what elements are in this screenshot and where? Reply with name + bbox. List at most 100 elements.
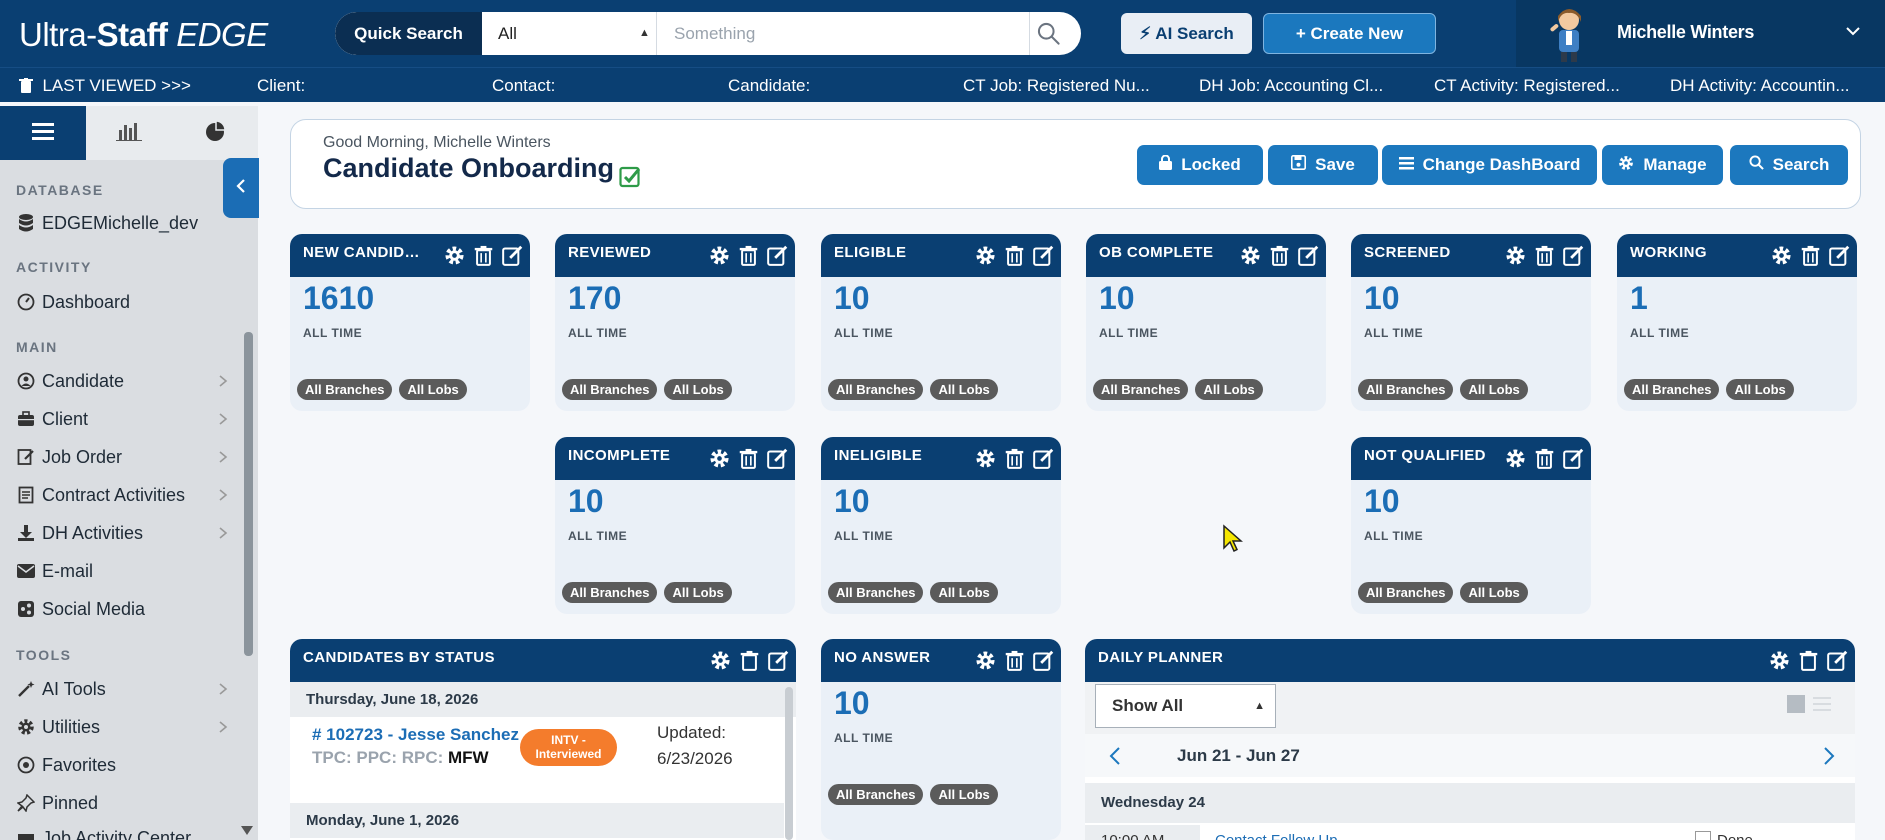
- edit-icon[interactable]: [768, 650, 789, 671]
- search-input[interactable]: [658, 12, 1030, 55]
- trash-icon[interactable]: [738, 245, 759, 266]
- edit-icon[interactable]: [767, 448, 788, 469]
- gear-icon[interactable]: [710, 650, 731, 671]
- trash-icon[interactable]: [1004, 448, 1025, 469]
- lobs-tag[interactable]: All Lobs: [1460, 379, 1528, 400]
- sidebar-item-candidate[interactable]: Candidate: [16, 368, 236, 394]
- branches-tag[interactable]: All Branches: [562, 379, 658, 400]
- stat-card-ineligible[interactable]: INELIGIBLE 10 ALL TIME All Branches All …: [821, 437, 1061, 614]
- chevron-right-icon[interactable]: [1823, 746, 1835, 771]
- gear-icon[interactable]: [444, 245, 465, 266]
- lobs-tag[interactable]: All Lobs: [664, 582, 732, 603]
- chevron-left-icon[interactable]: [1109, 746, 1121, 771]
- save-button[interactable]: Save: [1268, 145, 1378, 185]
- search-button[interactable]: Search: [1730, 145, 1848, 185]
- gear-icon[interactable]: [1505, 245, 1526, 266]
- tab-menu[interactable]: [0, 106, 86, 160]
- list-item[interactable]: # 102723 - Jesse Sanchez TPC: PPC: RPC: …: [290, 717, 784, 802]
- sidebar-item-dh-activities[interactable]: DH Activities: [16, 520, 236, 546]
- edit-icon[interactable]: [1563, 448, 1584, 469]
- planner-filter-select[interactable]: Show All ▲: [1095, 684, 1276, 728]
- gear-icon[interactable]: [975, 245, 996, 266]
- create-new-button[interactable]: + Create New: [1263, 13, 1436, 54]
- gear-icon[interactable]: [1240, 245, 1261, 266]
- trash-icon[interactable]: [1004, 650, 1025, 671]
- status-badge[interactable]: INTV - Interviewed: [520, 729, 617, 766]
- edit-icon[interactable]: [1563, 245, 1584, 266]
- branches-tag[interactable]: All Branches: [1358, 379, 1454, 400]
- sidebar-item-client[interactable]: Client: [16, 406, 236, 432]
- last-viewed-candidate[interactable]: Candidate:: [728, 76, 848, 96]
- trash-icon[interactable]: [1534, 245, 1555, 266]
- tab-analytics[interactable]: [172, 106, 258, 160]
- sidebar-item-pinned[interactable]: Pinned: [16, 790, 236, 816]
- trash-icon[interactable]: [738, 448, 759, 469]
- sidebar-item-job-order[interactable]: Job Order: [16, 444, 236, 470]
- grid-view-icon[interactable]: [1787, 695, 1805, 713]
- edit-icon[interactable]: [1033, 448, 1054, 469]
- stat-card-ob-complete[interactable]: OB COMPLETE 10 ALL TIME All Branches All…: [1086, 234, 1326, 411]
- lobs-tag[interactable]: All Lobs: [1726, 379, 1794, 400]
- lobs-tag[interactable]: All Lobs: [930, 379, 998, 400]
- lobs-tag[interactable]: All Lobs: [930, 784, 998, 805]
- last-viewed-ct-activity[interactable]: CT Activity: Registered...: [1434, 76, 1634, 96]
- branches-tag[interactable]: All Branches: [828, 784, 924, 805]
- gear-icon[interactable]: [975, 448, 996, 469]
- scroll-down-arrow-icon[interactable]: [241, 826, 253, 835]
- last-viewed-contact[interactable]: Contact:: [492, 76, 612, 96]
- last-viewed-dh-activity[interactable]: DH Activity: Accountin...: [1670, 76, 1870, 96]
- done-checkbox[interactable]: [1695, 831, 1711, 840]
- sidebar-item-utilities[interactable]: Utilities: [16, 714, 236, 740]
- tab-reports[interactable]: [86, 106, 172, 160]
- change-dashboard-button[interactable]: Change DashBoard: [1382, 145, 1597, 185]
- edit-icon[interactable]: [1033, 245, 1054, 266]
- stat-card-working[interactable]: WORKING 1 ALL TIME All Branches All Lobs: [1617, 234, 1857, 411]
- branches-tag[interactable]: All Branches: [828, 582, 924, 603]
- ai-search-button[interactable]: ⚡︎ AI Search: [1121, 13, 1252, 54]
- trash-icon[interactable]: [1004, 245, 1025, 266]
- stat-card-screened[interactable]: SCREENED 10 ALL TIME All Branches All Lo…: [1351, 234, 1591, 411]
- lobs-tag[interactable]: All Lobs: [399, 379, 467, 400]
- user-menu[interactable]: Michelle Winters: [1516, 0, 1885, 67]
- sidebar-item-dashboard[interactable]: Dashboard: [16, 289, 236, 315]
- stat-card-not-qualified[interactable]: NOT QUALIFIED 10 ALL TIME All Branches A…: [1351, 437, 1591, 614]
- edit-icon[interactable]: [767, 245, 788, 266]
- search-icon[interactable]: [1035, 20, 1062, 47]
- gear-icon[interactable]: [1769, 650, 1790, 671]
- sidebar-item-favorites[interactable]: Favorites: [16, 752, 236, 778]
- edit-icon[interactable]: [1827, 650, 1848, 671]
- sidebar-item-social-media[interactable]: Social Media: [16, 596, 236, 622]
- gear-icon[interactable]: [975, 650, 996, 671]
- edit-icon[interactable]: [1298, 245, 1319, 266]
- trash-icon[interactable]: [1800, 245, 1821, 266]
- edit-icon[interactable]: [1829, 245, 1850, 266]
- branches-tag[interactable]: All Branches: [562, 582, 658, 603]
- event-link[interactable]: Contact Follow Up: [1215, 832, 1338, 840]
- lobs-tag[interactable]: All Lobs: [664, 379, 732, 400]
- stat-card-new-candida[interactable]: NEW CANDIDA... 1610 ALL TIME All Branche…: [290, 234, 530, 411]
- edit-icon[interactable]: [502, 245, 523, 266]
- stat-card-incomplete[interactable]: INCOMPLETE 10 ALL TIME All Branches All …: [555, 437, 795, 614]
- gear-icon[interactable]: [709, 245, 730, 266]
- branches-tag[interactable]: All Branches: [297, 379, 393, 400]
- edit-icon[interactable]: [1033, 650, 1054, 671]
- sidebar-item-ai-tools[interactable]: AI Tools: [16, 676, 236, 702]
- stat-card-eligible[interactable]: ELIGIBLE 10 ALL TIME All Branches All Lo…: [821, 234, 1061, 411]
- gear-icon[interactable]: [1505, 448, 1526, 469]
- brand-logo[interactable]: Ultra-Staff EDGE: [19, 16, 268, 54]
- last-viewed-ct-job[interactable]: CT Job: Registered Nu...: [963, 76, 1163, 96]
- lobs-tag[interactable]: All Lobs: [1195, 379, 1263, 400]
- gear-icon[interactable]: [1771, 245, 1792, 266]
- sidebar-item-email[interactable]: E-mail: [16, 558, 236, 584]
- sidebar-item-contract-activities[interactable]: Contract Activities: [16, 482, 236, 508]
- branches-tag[interactable]: All Branches: [1093, 379, 1189, 400]
- stat-card-no-answer[interactable]: NO ANSWER 10 ALL TIME All Branches All L…: [821, 639, 1061, 840]
- locked-button[interactable]: Locked: [1137, 145, 1263, 185]
- search-scope-select[interactable]: All ▲: [482, 12, 657, 55]
- planner-event-row[interactable]: 10:00 AM Contact Follow Up Done: [1085, 825, 1855, 840]
- trash-icon[interactable]: [1534, 448, 1555, 469]
- branches-tag[interactable]: All Branches: [828, 379, 924, 400]
- last-viewed-client[interactable]: Client:: [257, 76, 377, 96]
- sidebar-item-database[interactable]: EDGEMichelle_dev: [16, 210, 236, 236]
- sidebar-item-job-activity-center[interactable]: Job Activity Center: [16, 828, 236, 840]
